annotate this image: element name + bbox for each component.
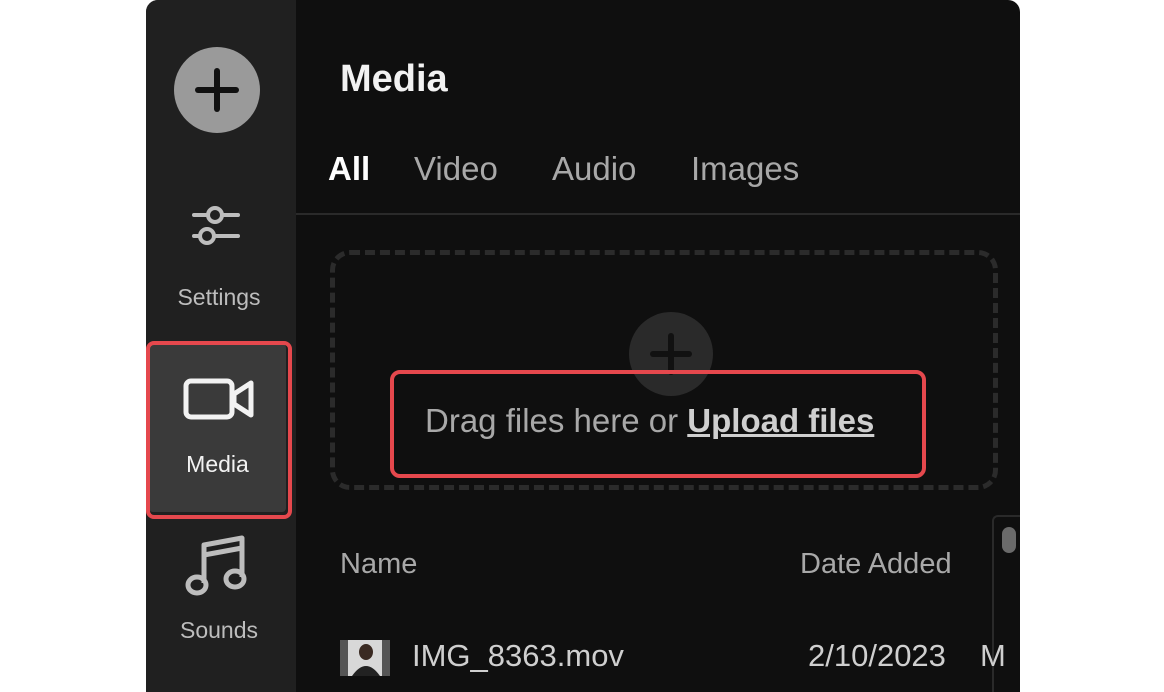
sidebar-item-label: Sounds xyxy=(179,617,258,643)
sidebar: Settings Media Sounds xyxy=(146,0,296,692)
tab-audio[interactable]: Audio xyxy=(552,150,636,188)
video-thumbnail-icon xyxy=(340,640,390,676)
plus-icon xyxy=(195,68,239,112)
tab-divider xyxy=(296,213,1020,215)
dropzone-prompt: Drag files here or xyxy=(425,402,688,439)
table-row[interactable]: IMG_8363.mov 2/10/2023 M xyxy=(340,630,1020,686)
media-highlight-box xyxy=(146,341,292,519)
sidebar-item-label: Settings xyxy=(177,284,261,310)
main-panel: Media All Video Audio Images Drag files … xyxy=(296,0,1020,692)
sidebar-item-sounds[interactable]: Sounds xyxy=(148,535,290,643)
file-extra-column: M xyxy=(980,638,1006,673)
sidebar-item-settings[interactable]: Settings xyxy=(148,198,290,310)
tab-images[interactable]: Images xyxy=(691,150,799,188)
sliders-icon xyxy=(192,206,240,245)
scrollbar-thumb[interactable] xyxy=(1002,527,1016,553)
music-note-icon xyxy=(185,535,247,596)
file-thumbnail xyxy=(340,640,390,676)
file-date-added: 2/10/2023 xyxy=(808,638,946,673)
app-window: Settings Media Sounds Media All Video Au… xyxy=(146,0,1020,692)
dropzone-text: Drag files here or Upload files xyxy=(425,402,874,440)
tab-all[interactable]: All xyxy=(328,150,370,188)
column-header-name[interactable]: Name xyxy=(340,548,417,581)
page-title: Media xyxy=(340,58,448,100)
file-name: IMG_8363.mov xyxy=(412,638,624,673)
tab-video[interactable]: Video xyxy=(414,150,498,188)
upload-files-link[interactable]: Upload files xyxy=(687,402,874,439)
add-button[interactable] xyxy=(174,47,260,133)
column-header-date-added[interactable]: Date Added xyxy=(800,548,952,581)
